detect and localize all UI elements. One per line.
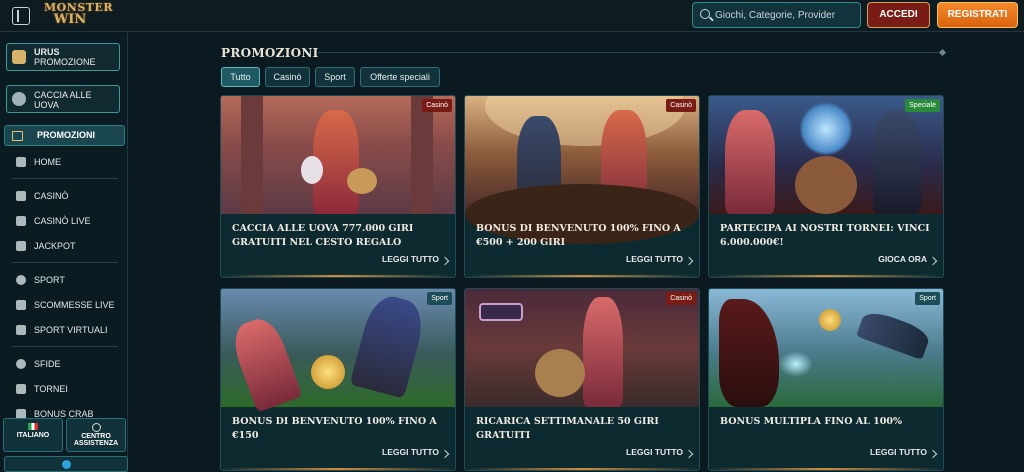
language-button[interactable]: ITALIANO	[3, 418, 63, 452]
gift-icon	[12, 131, 23, 141]
chevron-right-icon	[928, 256, 938, 266]
sidebar-item-promozioni[interactable]: PROMOZIONI	[4, 125, 125, 146]
promo-title: BONUS MULTIPLA FINO AL 100%	[720, 416, 903, 427]
promo-card-ricarica[interactable]: Casinò RICARICA SETTIMANALE 50 GIRI GRAT…	[464, 288, 700, 471]
read-more-link[interactable]: LEGGI TUTTO	[626, 254, 683, 264]
promo-image	[709, 96, 943, 214]
top-bar: MONSTER WIN ACCEDI REGISTRATI	[0, 0, 1024, 32]
register-button[interactable]: REGISTRATI	[937, 2, 1018, 28]
filter-offerte-speciali[interactable]: Offerte speciali	[360, 67, 440, 87]
challenge-icon	[16, 359, 26, 369]
title-divider	[318, 52, 943, 53]
promo-title: CACCIA ALLE UOVA	[34, 90, 92, 110]
promo-title: BONUS DI BENVENUTO 100% FINO A €150	[232, 416, 437, 441]
play-now-link[interactable]: GIOCA ORA	[878, 254, 927, 264]
promo-card-caccia-uova[interactable]: Casinò CACCIA ALLE UOVA 777.000 GIRI GRA…	[220, 95, 456, 278]
category-badge: Speciale	[905, 99, 940, 112]
promo-card-tornei[interactable]: Speciale PARTECIPA AI NOSTRI TORNEI: VIN…	[708, 95, 944, 278]
telegram-button[interactable]	[4, 456, 128, 472]
promo-title: RICARICA SETTIMANALE 50 GIRI GRATUITI	[476, 416, 659, 441]
login-button[interactable]: ACCEDI	[867, 2, 930, 28]
promo-card-benvenuto-sport[interactable]: Sport BONUS DI BENVENUTO 100% FINO A €15…	[220, 288, 456, 471]
jackpot-icon	[16, 241, 26, 251]
casino-icon	[16, 191, 26, 201]
chevron-right-icon	[684, 449, 694, 459]
live-bet-icon	[16, 300, 26, 310]
category-badge: Sport	[915, 292, 940, 305]
chevron-right-icon	[440, 256, 450, 266]
card-glow	[709, 275, 943, 277]
promo-image	[221, 96, 455, 214]
filter-casino[interactable]: Casinò	[265, 67, 310, 87]
sidebar-promo-eggs[interactable]: CACCIA ALLE UOVA	[6, 85, 120, 113]
divider	[12, 178, 118, 179]
read-more-link[interactable]: LEGGI TUTTO	[382, 254, 439, 264]
sport-icon	[16, 275, 26, 285]
sidebar-promo-urus[interactable]: URUS PROMOZIONE	[6, 43, 120, 71]
live-casino-icon	[16, 216, 26, 226]
promo-card-benvenuto-casino[interactable]: Casinò BONUS DI BENVENUTO 100% FINO A €5…	[464, 95, 700, 278]
virtual-sport-icon	[16, 325, 26, 335]
divider	[12, 346, 118, 347]
filter-tutto[interactable]: Tutto	[221, 67, 260, 87]
sidebar: URUS PROMOZIONE CACCIA ALLE UOVA PROMOZI…	[0, 33, 128, 472]
category-badge: Casinò	[666, 99, 696, 112]
sidebar-toggle-icon[interactable]	[12, 7, 30, 25]
category-badge: Casinò	[666, 292, 696, 305]
car-icon	[12, 50, 26, 64]
filter-sport[interactable]: Sport	[315, 67, 355, 87]
card-glow	[221, 275, 455, 277]
search-icon	[700, 9, 710, 19]
promo-image	[709, 289, 943, 407]
card-glow	[709, 468, 943, 470]
telegram-icon	[62, 460, 71, 469]
promo-title: PARTECIPA AI NOSTRI TORNEI: VINCI 6.000.…	[720, 223, 930, 248]
divider	[12, 262, 118, 263]
chevron-right-icon	[928, 449, 938, 459]
promo-title: URUS	[34, 47, 60, 57]
chevron-right-icon	[440, 449, 450, 459]
egg-icon	[12, 92, 26, 106]
read-more-link[interactable]: LEGGI TUTTO	[626, 447, 683, 457]
promo-title: CACCIA ALLE UOVA 777.000 GIRI GRATUITI N…	[232, 223, 414, 248]
support-button[interactable]: CENTRO ASSISTENZA	[66, 418, 126, 452]
promo-title: BONUS DI BENVENUTO 100% FINO A €500 + 20…	[476, 223, 681, 248]
promo-subtitle: PROMOZIONE	[34, 57, 96, 67]
headset-icon	[91, 423, 101, 432]
search-box[interactable]	[692, 2, 861, 28]
promo-image	[221, 289, 455, 413]
italy-flag-icon	[28, 423, 38, 430]
title-ornament	[938, 48, 947, 57]
card-glow	[465, 275, 699, 277]
home-icon	[16, 157, 26, 167]
promo-card-multipla[interactable]: Sport BONUS MULTIPLA FINO AL 100% LEGGI …	[708, 288, 944, 471]
promo-image	[465, 96, 699, 244]
chevron-right-icon	[684, 256, 694, 266]
logo[interactable]: MONSTER WIN	[44, 2, 112, 30]
card-glow	[221, 468, 455, 470]
card-glow	[465, 468, 699, 470]
page-title: PROMOZIONI	[221, 46, 319, 60]
category-badge: Casinò	[422, 99, 452, 112]
search-input[interactable]	[715, 6, 855, 24]
trophy-icon	[16, 384, 26, 394]
promo-image	[465, 289, 699, 407]
category-badge: Sport	[427, 292, 452, 305]
read-more-link[interactable]: LEGGI TUTTO	[382, 447, 439, 457]
read-more-link[interactable]: LEGGI TUTTO	[870, 447, 927, 457]
